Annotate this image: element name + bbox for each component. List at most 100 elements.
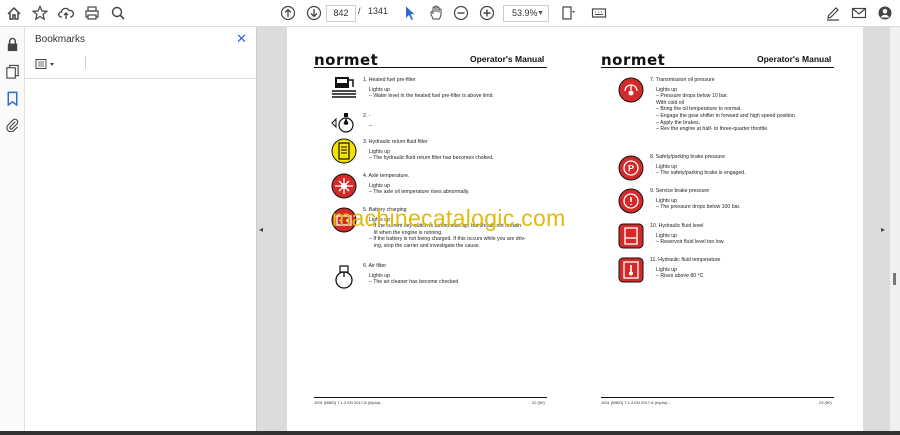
home-icon[interactable] (1, 0, 27, 26)
zoom-level-select[interactable]: 53.9% ▼ (503, 5, 549, 22)
zoom-value: 53.9% (512, 8, 538, 18)
item-line: Lights up (656, 232, 678, 239)
fuel-prefilter-icon (332, 77, 356, 98)
footer-doc-id: 1001 [MB/D] 7.1.3 EN 2017-8 (Alpha) - (314, 400, 383, 405)
page-separator: / (358, 6, 361, 16)
list-item: 10. Hydraulic fluid level Lights up – Re… (650, 223, 850, 246)
footer-rule (601, 397, 834, 398)
pages-icon[interactable] (5, 64, 20, 79)
divider (85, 56, 86, 69)
item-line: Lights up (656, 86, 678, 93)
axle-temperature-icon (331, 173, 357, 199)
watermark-text: machinecatalogic.com (332, 205, 566, 231)
list-item: 1. Heated fuel pre-filter Lights up – Wa… (363, 77, 553, 100)
page-number-input[interactable]: 842 (326, 5, 356, 22)
item-line: – If the battery is not being charged. I… (369, 236, 526, 243)
bottom-bar (0, 431, 900, 435)
list-item: 4. Axle temperature. Lights up – The axl… (363, 173, 553, 196)
item-line: – Water level in the heated fuel pre-fil… (369, 93, 494, 100)
fit-page-icon[interactable] (555, 0, 581, 26)
collapse-panel-left-icon[interactable]: ◂ (259, 225, 263, 234)
header-rule (314, 67, 547, 68)
keyboard-icon[interactable] (586, 0, 612, 26)
email-icon[interactable] (846, 0, 872, 26)
svg-text:P: P (628, 164, 634, 174)
hydraulic-fluid-level-icon (618, 223, 644, 249)
bookmark-icon[interactable] (5, 91, 20, 107)
item-line: – The safety/parking brake is engaged. (656, 170, 746, 177)
toolbar: 842 / 1341 53.9% ▼ (0, 0, 900, 27)
list-item: 8. Safety/parking brake pressure Lights … (650, 154, 850, 177)
item-heading: 2. - (363, 113, 371, 119)
left-rail (0, 27, 25, 435)
item-line: With cold oil (656, 99, 684, 106)
item-line: – Engage the gear shifter in forward and… (656, 112, 797, 119)
transmission-oil-pressure-icon (618, 77, 644, 103)
page-down-icon[interactable] (301, 0, 327, 26)
item-line: – (369, 122, 372, 129)
item-heading: 1. Heated fuel pre-filter (363, 77, 416, 83)
item-line: Lights up (369, 148, 391, 155)
lock-icon[interactable] (5, 37, 20, 52)
page-total: 1341 (368, 6, 389, 16)
item-line: – Bring the oil temperature to normal. (656, 106, 742, 113)
item-line: ing, stop the carrier and investigate th… (374, 242, 481, 249)
attachment-icon[interactable] (5, 117, 20, 133)
close-icon[interactable]: ✕ (236, 31, 247, 47)
list-item: 6. Air filter Lights up – The air cleane… (363, 263, 553, 286)
list-item: 7. Transmission oil pressure Lights up –… (650, 77, 850, 133)
hydraulic-fluid-temperature-icon (618, 257, 644, 283)
zoom-search-icon[interactable] (105, 0, 131, 26)
footer-page-number: 23 (50) (819, 400, 832, 405)
bookmark-options-button[interactable] (35, 58, 61, 70)
item-heading: 3. Hydraulic return fluid filter (363, 139, 428, 145)
bookmarks-panel: Bookmarks ✕ (25, 27, 257, 431)
item-line: – Reservoir fluid level too low. (656, 239, 725, 246)
header-rule (601, 67, 834, 68)
item-line: – Pressure drops below 10 bar. (656, 93, 728, 100)
page-up-icon[interactable] (275, 0, 301, 26)
item-line: – The hydraulic fluid return filter has … (369, 155, 494, 162)
list-item: 9. Service brake pressure Lights up – Th… (650, 188, 850, 211)
footer-rule (314, 397, 547, 398)
upload-cloud-icon[interactable] (53, 0, 79, 26)
divider (25, 78, 257, 79)
item-line: Lights up (369, 182, 391, 189)
item-line: – Rises above 80 °C (656, 273, 704, 280)
manual-header: Operator's Manual (470, 54, 545, 64)
item-line: – Apply the brakes. (656, 119, 701, 126)
sign-pen-icon[interactable] (820, 0, 846, 26)
footer-doc-id: 1001 [MB/D] 7.1.3 EN 2017-8 (Alpha) - (601, 400, 670, 405)
list-item: 3. Hydraulic return fluid filter Lights … (363, 139, 553, 162)
chevron-down-icon: ▼ (537, 10, 544, 17)
service-brake-icon (618, 188, 644, 214)
item-line: – The axle oil temperature rises abnorma… (369, 189, 470, 196)
scrollbar-thumb[interactable] (893, 273, 896, 285)
page-count: / 1341 (358, 6, 388, 16)
star-icon[interactable] (27, 0, 53, 26)
item-line: Lights up (369, 272, 391, 279)
list-item: 2. - – (363, 113, 553, 129)
hand-tool-icon[interactable] (423, 0, 449, 26)
item-line: – Rev the engine at half- to three-quart… (656, 126, 769, 133)
vertical-scrollbar[interactable] (890, 27, 900, 431)
item-heading: 11. Hydraulic fluid temperature (650, 257, 721, 263)
item-heading: 7. Transmission oil pressure (650, 77, 715, 83)
select-cursor-icon[interactable] (397, 0, 423, 26)
item-heading: 4. Axle temperature. (363, 173, 410, 179)
item-line: Lights up (656, 163, 678, 170)
zoom-in-icon[interactable] (474, 0, 500, 26)
manual-header: Operator's Manual (757, 54, 832, 64)
item-heading: 8. Safety/parking brake pressure (650, 154, 725, 160)
item-heading: 10. Hydraulic fluid level (650, 223, 704, 229)
panel-title: Bookmarks (35, 34, 86, 45)
item-line: Lights up (369, 86, 391, 93)
hydraulic-return-filter-icon (331, 138, 357, 164)
print-icon[interactable] (79, 0, 105, 26)
item-line: – The pressure drops below 100 bar. (656, 204, 741, 211)
footer-page-number: 22 (50) (532, 400, 545, 405)
zoom-out-icon[interactable] (448, 0, 474, 26)
account-icon[interactable] (872, 0, 898, 26)
collapse-panel-right-icon[interactable]: ▸ (881, 225, 885, 234)
parking-brake-icon: P (618, 155, 644, 181)
